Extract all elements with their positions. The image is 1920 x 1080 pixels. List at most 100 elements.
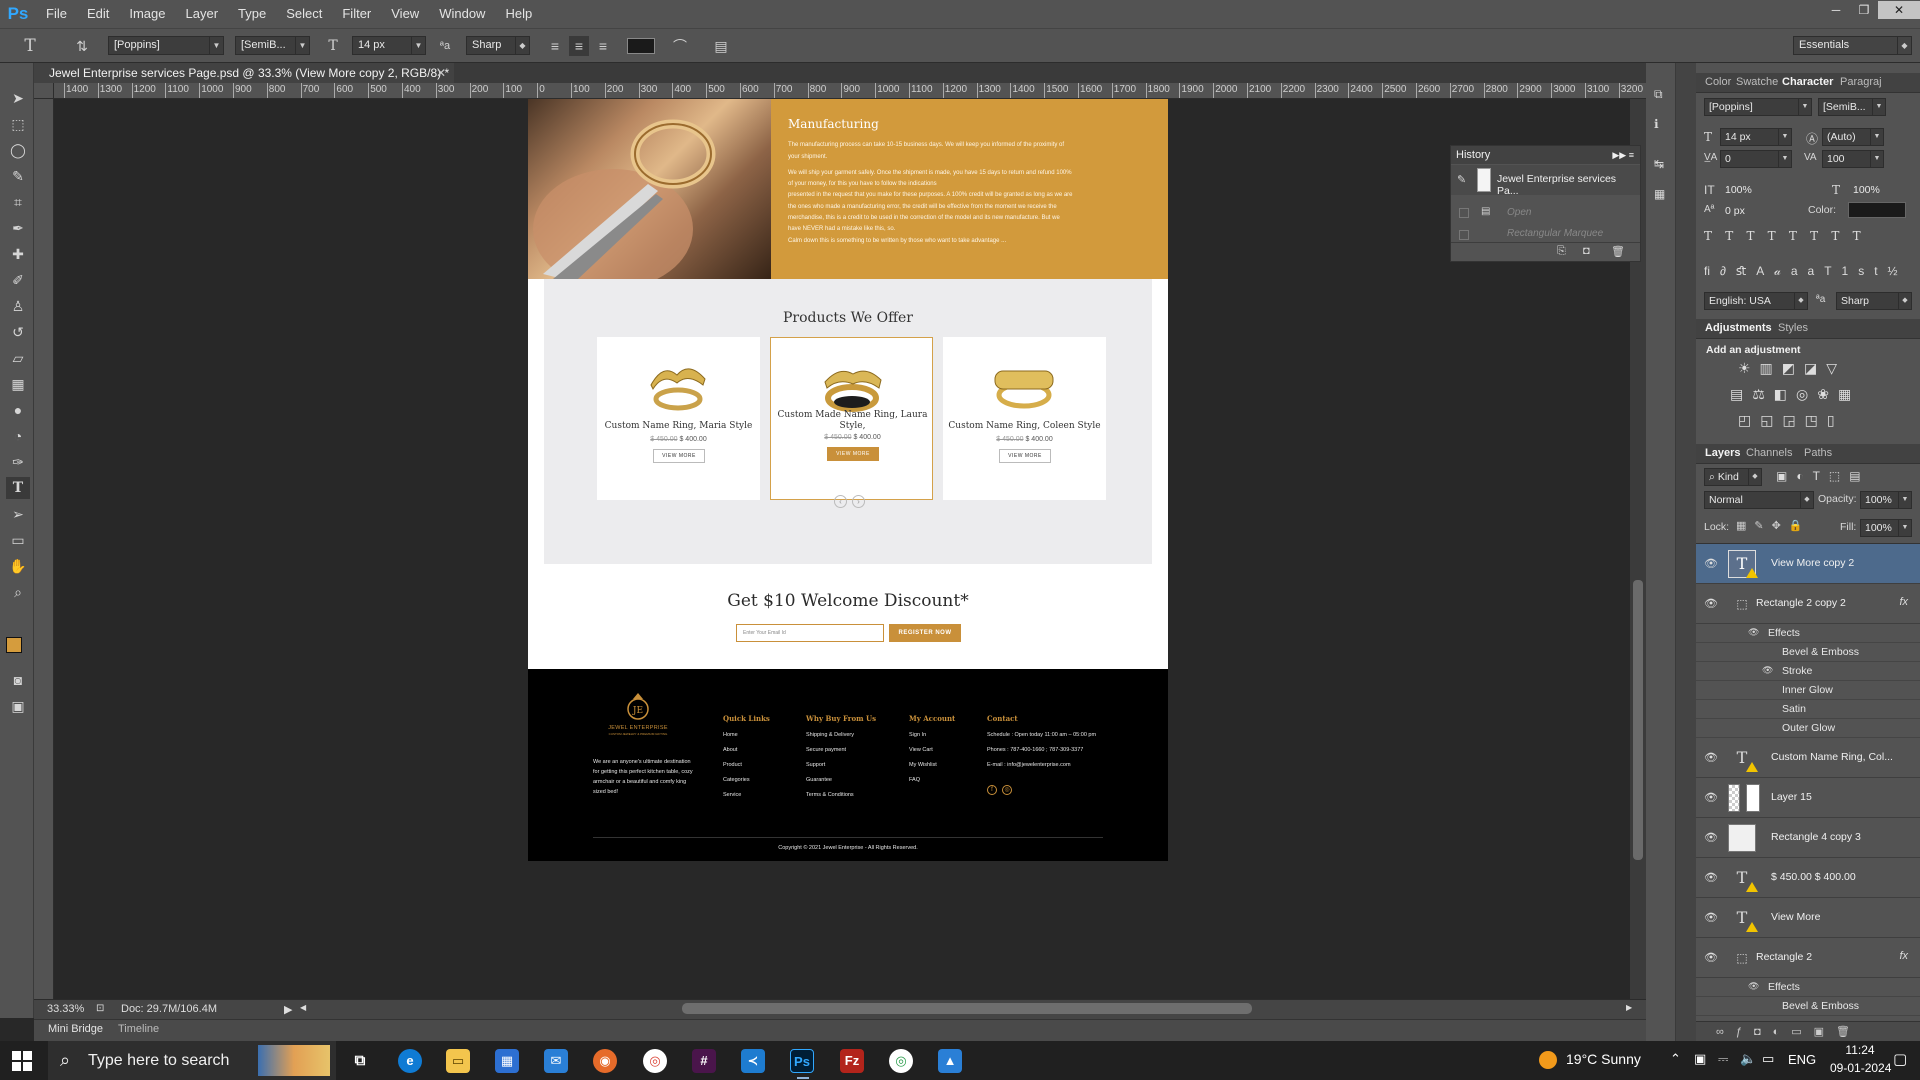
- tab-swatches[interactable]: Swatche: [1736, 76, 1778, 88]
- text-orientation-icon[interactable]: ⇅: [72, 36, 92, 56]
- visibility-eye-icon[interactable]: 👁: [1762, 665, 1773, 676]
- pen-tool-icon[interactable]: ✑: [6, 451, 30, 473]
- character-antialias[interactable]: Sharp ◆: [1836, 292, 1912, 310]
- visibility-eye-icon[interactable]: 👁: [1704, 911, 1718, 924]
- quick-select-tool-icon[interactable]: ✎: [6, 165, 30, 187]
- menu-view[interactable]: View: [381, 0, 429, 28]
- footer-link[interactable]: Support: [806, 762, 825, 768]
- menu-layer[interactable]: Layer: [176, 0, 229, 28]
- history-checkbox[interactable]: [1459, 208, 1469, 218]
- chrome-profile-icon[interactable]: ◎: [889, 1049, 913, 1073]
- tray-app-icon[interactable]: ▣: [1694, 1051, 1706, 1067]
- history-panel-icon[interactable]: ⧉: [1654, 87, 1663, 102]
- footer-link[interactable]: Secure payment: [806, 747, 846, 753]
- status-menu-arrow-icon[interactable]: ▶: [284, 1003, 292, 1016]
- view-more-button[interactable]: VIEW MORE: [999, 449, 1051, 463]
- blend-mode-select[interactable]: Normal ◆: [1704, 491, 1814, 509]
- menu-help[interactable]: Help: [495, 0, 542, 28]
- layer-row[interactable]: 👁 T Custom Name Ring, Col...: [1696, 738, 1920, 778]
- menu-type[interactable]: Type: [228, 0, 276, 28]
- weather-sun-icon[interactable]: [1539, 1051, 1557, 1069]
- scroll-left-icon[interactable]: ◀: [300, 1003, 306, 1012]
- history-checkbox[interactable]: [1459, 230, 1469, 240]
- layer-row[interactable]: 👁 ⬚ Rectangle 2 copy 2 fx: [1696, 584, 1920, 624]
- volume-icon[interactable]: 🔈: [1740, 1051, 1756, 1067]
- tab-paths[interactable]: Paths: [1804, 447, 1832, 459]
- layer-row[interactable]: 👁 T $ 450.00 $ 400.00: [1696, 858, 1920, 898]
- close-icon[interactable]: ✕: [1878, 1, 1920, 19]
- zoom-tool-icon[interactable]: ⌕: [6, 581, 30, 603]
- view-more-button[interactable]: VIEW MORE: [827, 447, 879, 461]
- adjustment-icons-row-1[interactable]: ☀▥◩◪▽: [1738, 360, 1846, 377]
- adjustment-icons-row-2[interactable]: ▤⚖◧◎❀▦: [1730, 386, 1860, 403]
- clock-time[interactable]: 11:24: [1836, 1043, 1884, 1057]
- rectangle-tool-icon[interactable]: ▭: [6, 529, 30, 551]
- character-baseline[interactable]: 0 px: [1720, 202, 1782, 220]
- layer-row[interactable]: 👁 Layer 15: [1696, 778, 1920, 818]
- character-kerning[interactable]: 0 ▼: [1720, 150, 1792, 168]
- menu-window[interactable]: Window: [429, 0, 495, 28]
- footer-link[interactable]: Home: [723, 732, 738, 738]
- tab-color[interactable]: Color: [1705, 76, 1731, 88]
- zoom-level[interactable]: 33.33%: [47, 1003, 84, 1015]
- battery-icon[interactable]: ▭: [1762, 1051, 1774, 1067]
- align-left-icon[interactable]: ≡: [545, 36, 565, 56]
- register-button[interactable]: REGISTER NOW: [889, 624, 961, 642]
- layer-effect-row[interactable]: 👁 Stroke: [1696, 662, 1920, 681]
- path-select-tool-icon[interactable]: ➢: [6, 503, 30, 525]
- text-color-swatch[interactable]: [627, 38, 655, 54]
- footer-link[interactable]: FAQ: [909, 777, 920, 783]
- chrome-icon[interactable]: ◎: [643, 1049, 667, 1073]
- vertical-scroll-thumb[interactable]: [1633, 580, 1643, 860]
- crop-tool-icon[interactable]: ⌗: [6, 191, 30, 213]
- menu-file[interactable]: File: [36, 0, 77, 28]
- visibility-eye-icon[interactable]: 👁: [1704, 951, 1718, 964]
- photos-app-icon[interactable]: ▲: [938, 1049, 962, 1073]
- footer-link[interactable]: About: [723, 747, 737, 753]
- info-panel-icon[interactable]: ℹ: [1654, 117, 1659, 131]
- product-card[interactable]: Custom Name Ring, Coleen Style $ 450.00 …: [943, 337, 1106, 500]
- visibility-eye-icon[interactable]: 👁: [1704, 597, 1718, 610]
- layer-row[interactable]: 👁 ⬚ Rectangle 2 fx: [1696, 938, 1920, 978]
- gradient-tool-icon[interactable]: ▦: [6, 373, 30, 395]
- layer-effect-row[interactable]: 👁 Effects: [1696, 624, 1920, 643]
- microsoft-store-icon[interactable]: ▦: [495, 1049, 519, 1073]
- taskbar-search[interactable]: ⌕ Type here to search: [48, 1041, 336, 1080]
- screen-mode-icon[interactable]: ▣: [6, 695, 30, 717]
- language-select[interactable]: English: USA ◆: [1704, 292, 1808, 310]
- layer-effect-row[interactable]: Bevel & Emboss: [1696, 643, 1920, 662]
- tab-timeline[interactable]: Timeline: [118, 1023, 159, 1035]
- type-tool-preset-icon[interactable]: T: [20, 36, 40, 56]
- character-size[interactable]: 14 px ▼: [1720, 128, 1792, 146]
- panel-expand-icon[interactable]: ▶▶ ≡: [1612, 146, 1634, 164]
- visibility-eye-icon[interactable]: 👁: [1704, 557, 1718, 570]
- visibility-eye-icon[interactable]: 👁: [1704, 791, 1718, 804]
- footer-link[interactable]: Categories: [723, 777, 750, 783]
- layer-effect-row[interactable]: Satin: [1696, 700, 1920, 719]
- visibility-eye-icon[interactable]: 👁: [1748, 627, 1759, 638]
- actions-panel-icon[interactable]: ↹: [1654, 157, 1664, 171]
- tab-adjustments[interactable]: Adjustments: [1705, 322, 1772, 334]
- tab-character[interactable]: Character: [1782, 76, 1833, 88]
- antialias-select[interactable]: Sharp ◆: [466, 36, 530, 55]
- mail-icon[interactable]: ✉: [544, 1049, 568, 1073]
- menu-select[interactable]: Select: [276, 0, 332, 28]
- filezilla-icon[interactable]: Fz: [840, 1049, 864, 1073]
- visibility-eye-icon[interactable]: 👁: [1704, 751, 1718, 764]
- layer-filter-icons[interactable]: ▣◐T⬚▤: [1776, 469, 1870, 483]
- visibility-eye-icon[interactable]: 👁: [1704, 871, 1718, 884]
- footer-link[interactable]: View Cart: [909, 747, 933, 753]
- vscode-icon[interactable]: ≺: [741, 1049, 765, 1073]
- footer-link[interactable]: Terms & Conditions: [806, 792, 854, 798]
- snapshot-camera-icon[interactable]: ◘: [1583, 245, 1590, 257]
- restore-icon[interactable]: ❐: [1850, 1, 1878, 19]
- align-center-icon[interactable]: ≡: [569, 36, 589, 56]
- font-style-select[interactable]: [SemiB... ▼: [235, 36, 310, 55]
- footer-link[interactable]: Sign In: [909, 732, 926, 738]
- fill-input[interactable]: 100% ▼: [1860, 519, 1912, 537]
- lasso-tool-icon[interactable]: ◯: [6, 139, 30, 161]
- file-explorer-icon[interactable]: ▭: [446, 1049, 470, 1073]
- trash-icon[interactable]: 🗑: [1611, 245, 1625, 258]
- notification-icon[interactable]: ▢: [1893, 1050, 1907, 1068]
- footer-link[interactable]: My Wishlist: [909, 762, 937, 768]
